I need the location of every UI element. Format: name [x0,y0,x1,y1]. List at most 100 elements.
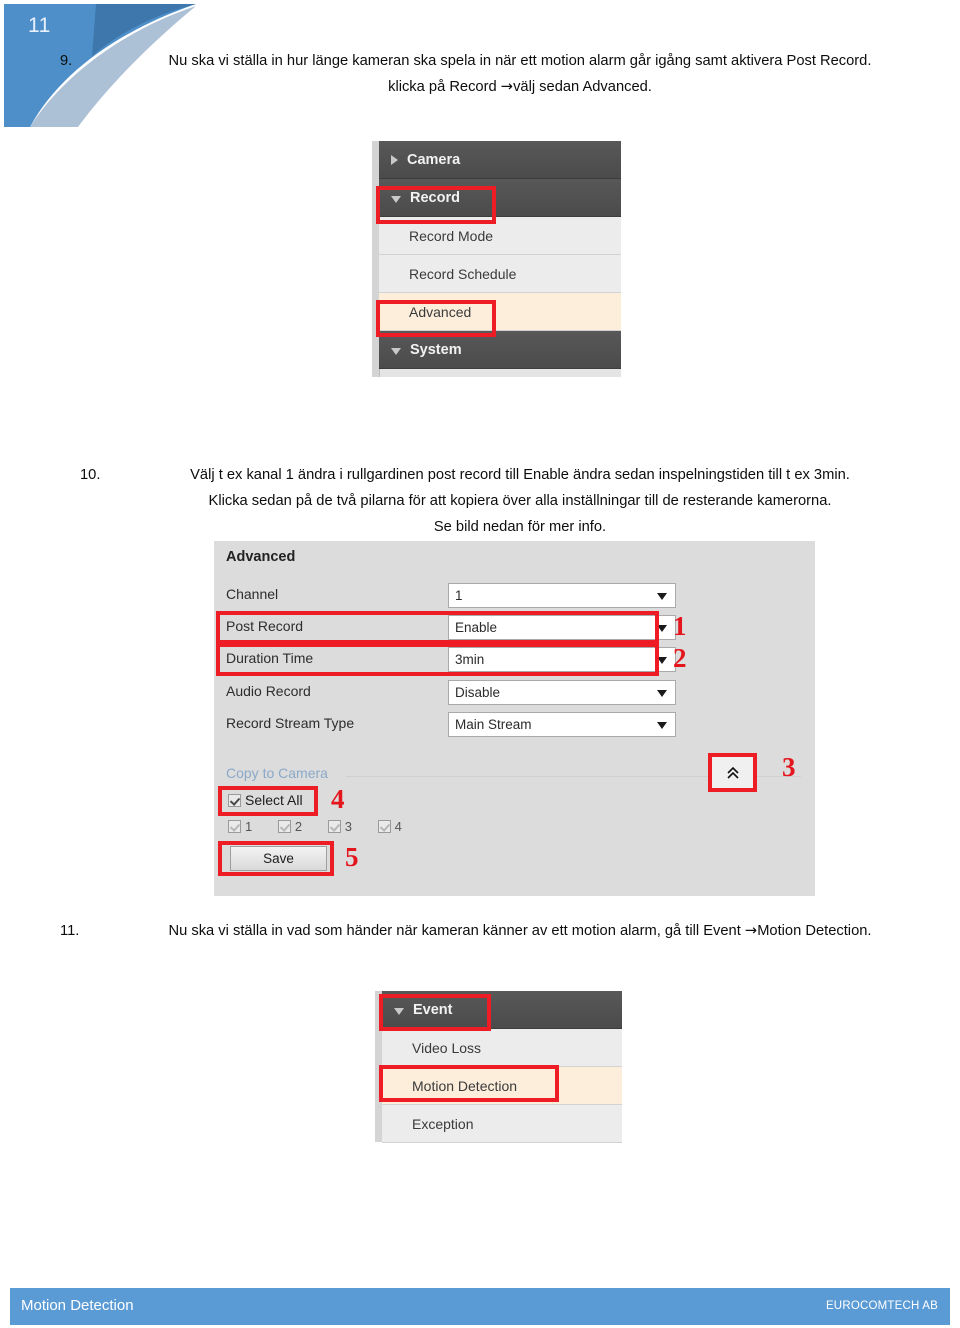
record-menu-screenshot: Camera Record Record Mode Record Schedul… [372,141,621,377]
field-row-channel: Channel 1 [226,583,801,609]
duration-time-select-value: 3min [455,652,485,667]
field-label-post-record: Post Record [226,618,304,634]
right-triangle-icon [391,154,398,165]
advanced-dialog-title: Advanced [226,549,296,565]
step-9-line-2-before: klicka på Record [388,79,501,95]
double-chevron-up-icon [726,766,739,779]
down-triangle-icon [391,348,401,355]
menu-item-advanced[interactable]: Advanced [379,293,621,331]
audio-record-select-value: Disable [455,685,501,700]
channel-checkbox-2[interactable]: 2 [277,819,303,834]
footer-title: Motion Detection [21,1297,134,1314]
step-9-line-1: Nu ska vi ställa in hur länge kameran sk… [168,53,872,69]
field-row-audio-record: Audio Record Disable [226,680,801,706]
field-row-duration-time: Duration Time 3min [226,647,801,673]
chevron-down-icon [657,625,667,632]
channel-checkbox-4[interactable]: 4 [377,819,402,834]
advanced-settings-screenshot: Advanced Channel 1 Post Record Enable Du… [214,541,815,896]
marker-1: 1 [673,611,687,641]
menu-item-camera-label: Camera [407,151,461,168]
marker-5: 5 [345,842,359,872]
field-label-duration-time: Duration Time [226,650,314,666]
step-10-line-1: Välj t ex kanal 1 ändra i rullgardinen p… [190,467,850,483]
step-11-line-1-before: Nu ska vi ställa in vad som händer när k… [168,923,745,939]
menu-item-event-label: Event [413,1001,453,1018]
field-label-record-stream-type: Record Stream Type [226,715,355,731]
chevron-down-icon [657,690,667,697]
arrow-icon: → [500,78,514,95]
duration-time-select[interactable]: 3min [448,647,676,672]
marker-4: 4 [331,784,345,814]
post-record-select-value: Enable [455,620,498,635]
chevron-down-icon [657,722,667,729]
menu-item-record-label: Record [410,189,460,206]
channel-checkbox-1[interactable]: 1 [228,819,252,834]
select-all-label: Select All [245,792,303,808]
menu-item-advanced-label: Advanced [409,303,472,320]
channel-checkbox-list: 1 2 3 4 [228,819,424,834]
footer-company: EUROCOMTECH AB [825,1300,938,1312]
checkbox-icon [228,820,241,833]
menu-item-camera[interactable]: Camera [379,141,621,179]
record-stream-type-select[interactable]: Main Stream [448,712,676,737]
menu-item-exception[interactable]: Exception [382,1105,622,1143]
channel-checkbox-4-label: 4 [394,819,402,834]
channel-select-value: 1 [455,588,463,603]
copy-to-camera-label: Copy to Camera [226,765,328,781]
select-all-checkbox[interactable]: Select All [228,792,303,808]
checkbox-icon [377,820,391,833]
menu-item-record-mode-label: Record Mode [409,227,494,244]
step-10-line-2: Klicka sedan på de två pilarna för att k… [208,493,832,509]
step-9-body: Nu ska vi ställa in hur länge kameran sk… [100,48,940,100]
channel-checkbox-1-label: 1 [245,819,253,834]
menu-item-record-schedule[interactable]: Record Schedule [379,255,621,293]
field-label-audio-record: Audio Record [226,683,311,699]
post-record-select[interactable]: Enable [448,615,676,640]
instruction-step-11: 11. Nu ska vi ställa in vad som händer n… [60,918,940,944]
step-10-line-3: Se bild nedan för mer info. [433,519,607,535]
marker-2: 2 [673,643,687,673]
field-label-channel: Channel [226,586,279,602]
page-footer: Motion Detection EUROCOMTECH AB [10,1288,950,1325]
marker-3: 3 [782,752,796,782]
step-11-body: Nu ska vi ställa in vad som händer när k… [100,918,940,944]
down-triangle-icon [394,1008,404,1015]
arrow-icon: → [744,922,758,939]
menu-item-record-mode[interactable]: Record Mode [379,217,621,255]
step-11-line-1-after: Motion Detection. [757,923,872,939]
instruction-step-10: 10. Välj t ex kanal 1 ändra i rullgardin… [80,462,920,540]
menu-item-record[interactable]: Record [379,179,621,217]
field-row-post-record: Post Record Enable [226,615,801,641]
step-10-number: 10. [80,467,101,483]
checkbox-icon [327,820,341,833]
step-11-number: 11. [60,923,80,939]
step-9-number: 9. [60,53,73,69]
field-row-record-stream-type: Record Stream Type Main Stream [226,712,801,738]
channel-checkbox-3[interactable]: 3 [327,819,352,834]
chevron-down-icon [657,593,667,600]
menu-item-event[interactable]: Event [382,991,622,1029]
menu-item-video-loss[interactable]: Video Loss [382,1029,622,1067]
event-menu-screenshot: Event Video Loss Motion Detection Except… [375,991,622,1143]
channel-checkbox-3-label: 3 [344,819,352,834]
copy-to-camera-expand-button[interactable] [711,756,754,789]
save-button[interactable]: Save [230,846,327,871]
step-10-body: Välj t ex kanal 1 ändra i rullgardinen p… [120,462,920,540]
down-triangle-icon [391,196,401,203]
record-stream-type-select-value: Main Stream [455,717,532,732]
menu-item-motion-detection[interactable]: Motion Detection [382,1067,622,1105]
step-9-line-2-after: välj sedan Advanced. [513,79,652,95]
channel-checkbox-2-label: 2 [294,819,303,834]
slide-number: 11 [28,14,51,37]
checkbox-icon [228,794,241,807]
checkbox-icon [277,820,291,833]
menu-item-system[interactable]: System [379,331,621,369]
menu-item-record-schedule-label: Record Schedule [409,265,517,282]
instruction-step-9: 9. Nu ska vi ställa in hur länge kameran… [60,48,940,100]
audio-record-select[interactable]: Disable [448,680,676,705]
menu-item-motion-detection-label: Motion Detection [412,1077,518,1094]
menu-item-video-loss-label: Video Loss [412,1039,482,1056]
menu-item-exception-label: Exception [412,1115,474,1132]
save-button-label: Save [263,851,294,866]
channel-select[interactable]: 1 [448,583,676,608]
